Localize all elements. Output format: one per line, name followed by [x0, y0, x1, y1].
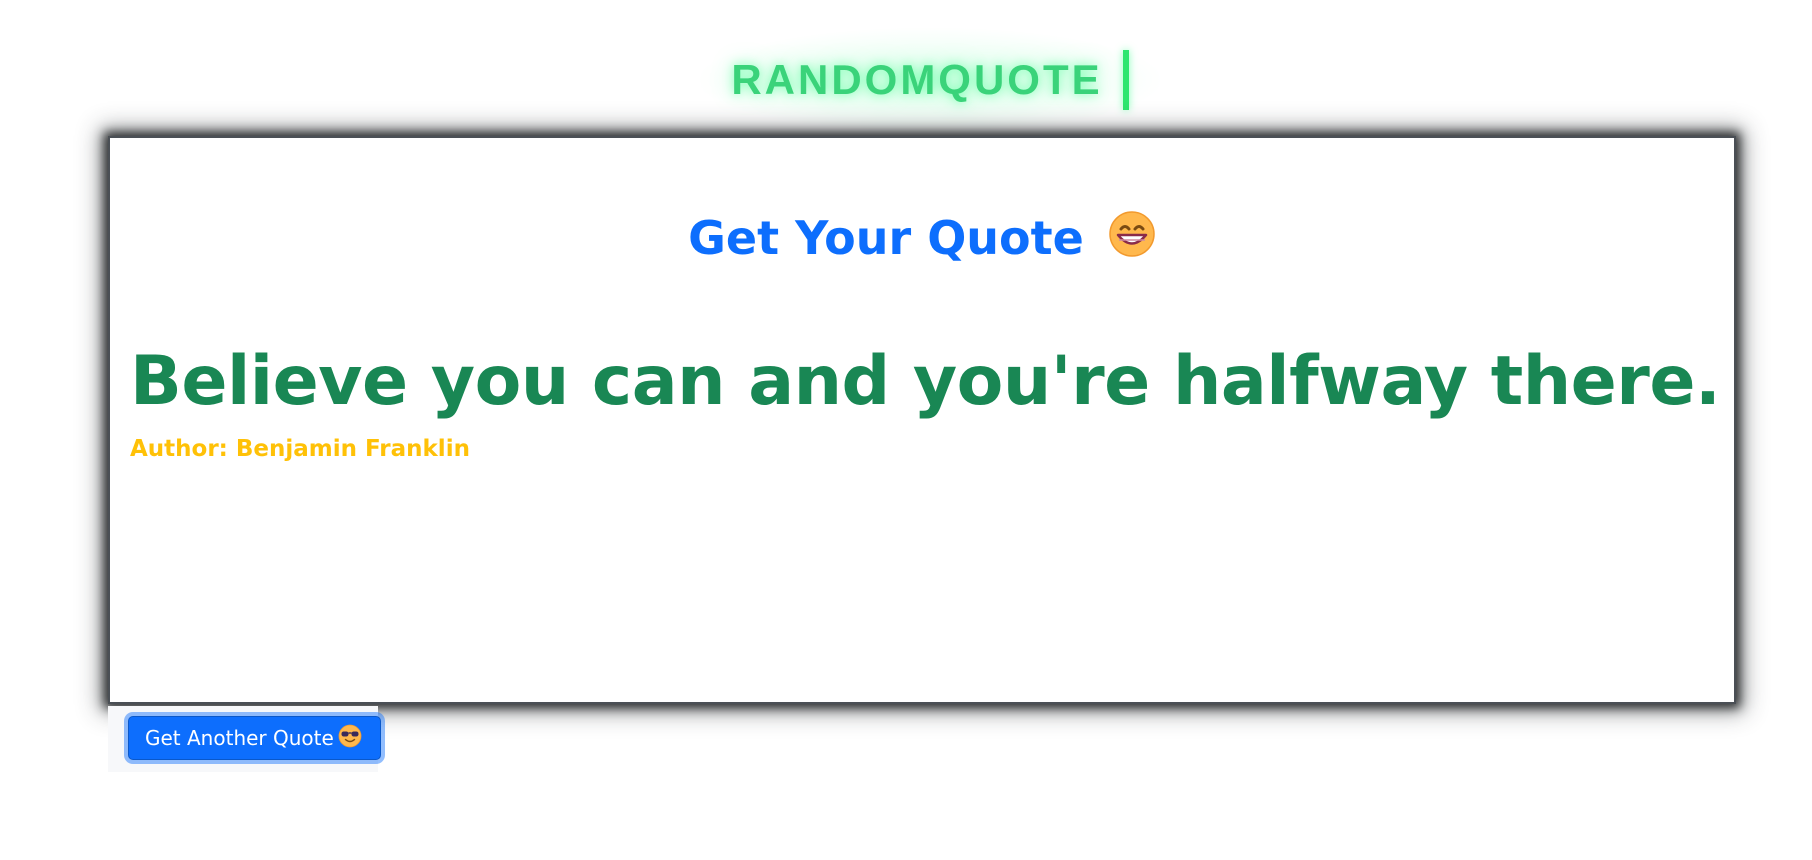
get-another-quote-button[interactable]: Get Another Quote — [128, 716, 381, 760]
quote-card: Get Your Quote Believe you can and you'r… — [108, 136, 1736, 704]
get-another-quote-label: Get Another Quote — [145, 726, 334, 750]
grinning-face-icon — [1108, 210, 1156, 265]
cool-face-icon — [338, 724, 362, 753]
card-heading-text: Get Your Quote — [688, 211, 1084, 265]
actions-bar: Get Another Quote — [108, 706, 381, 772]
typing-cursor — [1122, 50, 1129, 110]
app-root: RANDOMQUOTE Get Your Quote Believe you c… — [0, 0, 1812, 860]
card-heading: Get Your Quote — [110, 211, 1734, 269]
quote-author: Author: Benjamin Franklin — [130, 436, 470, 462]
quote-text: Believe you can and you're halfway there… — [130, 342, 1721, 421]
site-header: RANDOMQUOTE — [700, 28, 1160, 132]
brand-logo-text: RANDOMQUOTE — [731, 56, 1103, 103]
